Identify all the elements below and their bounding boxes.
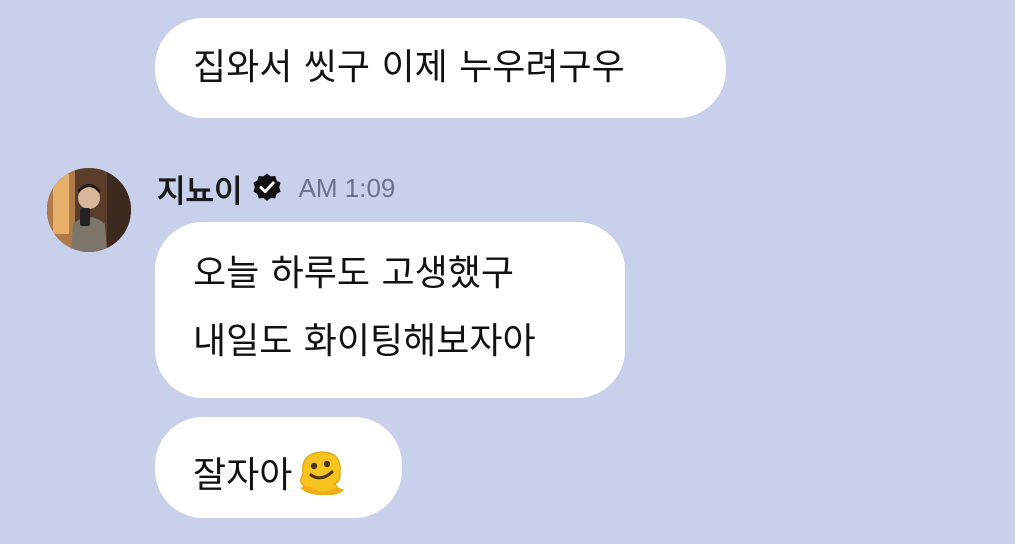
sender-header: 지뇨이 AM 1:09 [157, 170, 396, 210]
message-bubble-1[interactable]: 집와서 씻구 이제 누우려구우 [155, 18, 726, 118]
message-bubble-2[interactable]: 오늘 하루도 고생했구 내일도 화이팅해보자아 [155, 222, 625, 398]
message-text: 집와서 씻구 이제 누우려구우 [193, 47, 625, 88]
profile-photo [47, 168, 131, 252]
message-bubble-3[interactable]: 잘자아 [155, 417, 402, 518]
verified-check-icon [251, 172, 283, 204]
sender-name[interactable]: 지뇨이 [157, 166, 243, 211]
message-text-content: 잘자아 [193, 455, 293, 496]
message-text-line-2: 내일도 화이팅해보자아 [193, 321, 536, 362]
message-text-line-1: 오늘 하루도 고생했구 [193, 253, 514, 294]
avatar[interactable] [47, 168, 131, 252]
message-text: 잘자아 [193, 450, 402, 504]
message-timestamp: AM 1:09 [298, 172, 396, 203]
melting-face-icon [294, 444, 348, 498]
